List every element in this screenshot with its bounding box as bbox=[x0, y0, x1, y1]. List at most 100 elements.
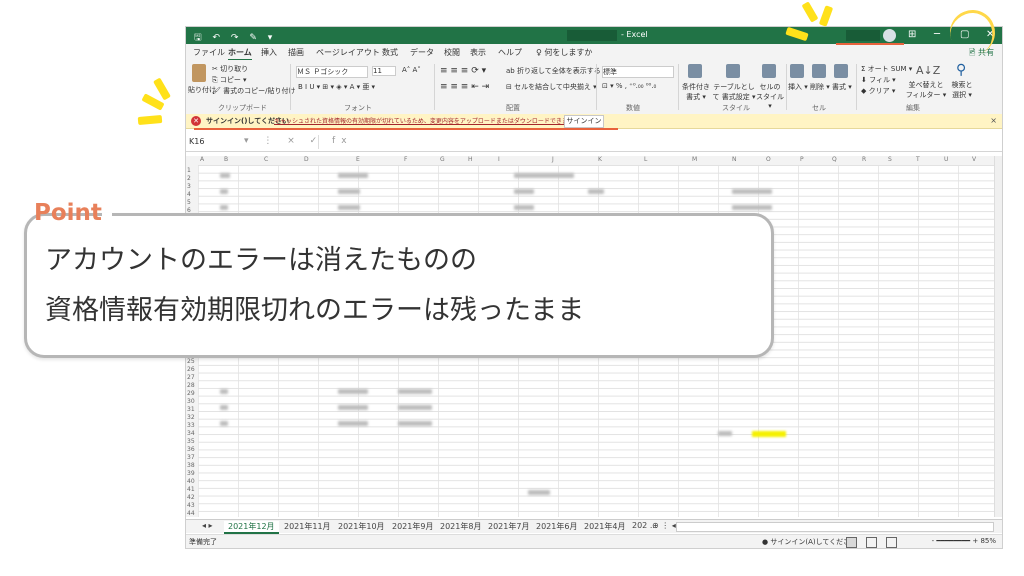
tab-review[interactable]: 校閲 bbox=[444, 47, 460, 58]
column-header[interactable]: L bbox=[644, 156, 647, 163]
column-header[interactable]: P bbox=[800, 156, 804, 163]
column-header[interactable]: T bbox=[916, 156, 920, 163]
row-header[interactable]: 42 bbox=[187, 494, 195, 501]
align-top-buttons[interactable]: ≡ ≡ ≡ ⟳ ▾ bbox=[440, 66, 486, 76]
column-header[interactable]: U bbox=[944, 156, 948, 163]
cut-button[interactable]: ✂ 切り取り bbox=[212, 64, 248, 74]
row-header[interactable]: 40 bbox=[187, 478, 195, 485]
row-header[interactable]: 39 bbox=[187, 470, 195, 477]
format-as-table-button[interactable]: テーブルとして 書式設定 ▾ bbox=[712, 82, 756, 102]
row-header[interactable]: 4 bbox=[187, 191, 191, 198]
sheet-tab[interactable]: 2021年7月 bbox=[488, 521, 529, 532]
conditional-format-button[interactable]: 条件付き 書式 ▾ bbox=[682, 82, 710, 102]
row-header[interactable]: 28 bbox=[187, 382, 195, 389]
row-header[interactable]: 41 bbox=[187, 486, 195, 493]
vertical-scrollbar[interactable] bbox=[994, 156, 1002, 517]
cell-styles-button[interactable]: セルの スタイル ▾ bbox=[756, 82, 784, 110]
tab-draw[interactable]: 描画 bbox=[288, 47, 304, 58]
row-header[interactable]: 36 bbox=[187, 446, 195, 453]
row-header[interactable]: 32 bbox=[187, 414, 195, 421]
warning-close-button[interactable]: × bbox=[990, 116, 997, 125]
status-signin[interactable]: ● サインイン(A)してください bbox=[762, 537, 857, 547]
column-header[interactable]: H bbox=[468, 156, 473, 163]
tab-file[interactable]: ファイル bbox=[193, 47, 225, 58]
copy-button[interactable]: ⎘ コピー ▾ bbox=[212, 75, 247, 85]
row-header[interactable]: 38 bbox=[187, 462, 195, 469]
autosum-button[interactable]: Σ オート SUM ▾ bbox=[861, 64, 912, 74]
number-format-select[interactable]: 標準 bbox=[602, 66, 674, 78]
column-header[interactable]: R bbox=[862, 156, 866, 163]
column-header[interactable]: V bbox=[972, 156, 976, 163]
paste-icon[interactable] bbox=[192, 64, 206, 82]
column-header[interactable]: A bbox=[200, 156, 204, 163]
column-header[interactable]: N bbox=[732, 156, 737, 163]
ribbon-display-icon[interactable]: ⊞ bbox=[908, 29, 916, 40]
cell-styles-icon[interactable] bbox=[762, 64, 776, 78]
wrap-text-button[interactable]: ab 折り返して全体を表示する bbox=[506, 66, 601, 76]
page-layout-view-icon[interactable] bbox=[866, 537, 877, 548]
row-header[interactable]: 25 bbox=[187, 358, 195, 365]
column-header[interactable]: D bbox=[304, 156, 309, 163]
font-style-buttons[interactable]: B I U ▾ ⊞ ▾ ◈ ▾ A ▾ 亜 ▾ bbox=[298, 82, 375, 92]
add-sheet-button[interactable]: ⊕ ⋮ ◂ bbox=[652, 521, 676, 530]
avatar[interactable] bbox=[883, 29, 896, 42]
row-header[interactable]: 34 bbox=[187, 430, 195, 437]
row-header[interactable]: 27 bbox=[187, 374, 195, 381]
row-header[interactable]: 35 bbox=[187, 438, 195, 445]
row-header[interactable]: 26 bbox=[187, 366, 195, 373]
format-painter-button[interactable]: 🖌 書式のコピー/貼り付け bbox=[212, 86, 295, 96]
formula-input[interactable] bbox=[318, 135, 999, 149]
conditional-format-icon[interactable] bbox=[688, 64, 702, 78]
column-header[interactable]: B bbox=[224, 156, 228, 163]
format-cells-icon[interactable] bbox=[834, 64, 848, 78]
sort-filter-button[interactable]: 並べ替えと フィルター ▾ bbox=[904, 80, 948, 100]
row-header[interactable]: 2 bbox=[187, 175, 191, 182]
zoom-control[interactable]: - ━━━━━━━━ + 85% bbox=[932, 537, 996, 545]
find-select-icon[interactable]: ⚲ bbox=[956, 62, 966, 78]
row-header[interactable]: 1 bbox=[187, 167, 191, 174]
sheet-tab[interactable]: 2021年10月 bbox=[338, 521, 385, 532]
name-box[interactable]: K16 bbox=[189, 137, 204, 146]
horizontal-scrollbar[interactable] bbox=[676, 522, 994, 532]
tab-insert[interactable]: 挿入 bbox=[261, 47, 277, 58]
column-header[interactable]: Q bbox=[832, 156, 837, 163]
fill-button[interactable]: ⬇ フィル ▾ bbox=[861, 75, 896, 85]
sheet-tab[interactable]: 2021年4月 bbox=[584, 521, 625, 532]
normal-view-icon[interactable] bbox=[846, 537, 857, 548]
sheet-tab[interactable]: 2021年8月 bbox=[440, 521, 481, 532]
sheet-tab[interactable]: 2021年9月 bbox=[392, 521, 433, 532]
find-select-button[interactable]: 検索と 選択 ▾ bbox=[948, 80, 976, 100]
sheet-nav-arrows[interactable]: ◂ ▸ bbox=[202, 521, 213, 530]
tab-data[interactable]: データ bbox=[410, 47, 434, 58]
sheet-tab[interactable]: 2021年6月 bbox=[536, 521, 577, 532]
tab-help[interactable]: ヘルプ bbox=[498, 47, 522, 58]
row-header[interactable]: 44 bbox=[187, 510, 195, 517]
font-size-select[interactable]: 11 bbox=[372, 66, 396, 76]
delete-cells-button[interactable]: 削除 ▾ bbox=[810, 82, 830, 92]
tell-me-search[interactable]: ♀ 何をしますか bbox=[536, 47, 592, 58]
tab-page-layout[interactable]: ページレイアウト bbox=[316, 47, 380, 58]
column-header[interactable]: F bbox=[404, 156, 407, 163]
format-as-table-icon[interactable] bbox=[726, 64, 740, 78]
row-header[interactable]: 29 bbox=[187, 390, 195, 397]
column-header[interactable]: K bbox=[598, 156, 602, 163]
column-header[interactable]: O bbox=[766, 156, 771, 163]
insert-cells-button[interactable]: 挿入 ▾ bbox=[788, 82, 808, 92]
sheet-tab[interactable]: 2021年11月 bbox=[284, 521, 331, 532]
row-header[interactable]: 31 bbox=[187, 406, 195, 413]
column-header[interactable]: J bbox=[552, 156, 554, 163]
column-header[interactable]: E bbox=[356, 156, 360, 163]
column-header[interactable]: C bbox=[264, 156, 268, 163]
font-grow-shrink-buttons[interactable]: A˄ A˅ bbox=[402, 66, 421, 74]
format-cells-button[interactable]: 書式 ▾ bbox=[832, 82, 852, 92]
row-header[interactable]: 30 bbox=[187, 398, 195, 405]
column-header[interactable]: M bbox=[692, 156, 697, 163]
tab-formulas[interactable]: 数式 bbox=[382, 47, 398, 58]
sheet-tab-active[interactable]: 2021年12月 bbox=[224, 521, 279, 534]
sort-filter-icon[interactable]: A↓Z bbox=[916, 64, 940, 77]
insert-cells-icon[interactable] bbox=[790, 64, 804, 78]
column-header[interactable]: I bbox=[498, 156, 500, 163]
tab-view[interactable]: 表示 bbox=[470, 47, 486, 58]
font-name-select[interactable]: ＭＳ Ｐゴシック bbox=[296, 66, 368, 78]
row-header[interactable]: 37 bbox=[187, 454, 195, 461]
